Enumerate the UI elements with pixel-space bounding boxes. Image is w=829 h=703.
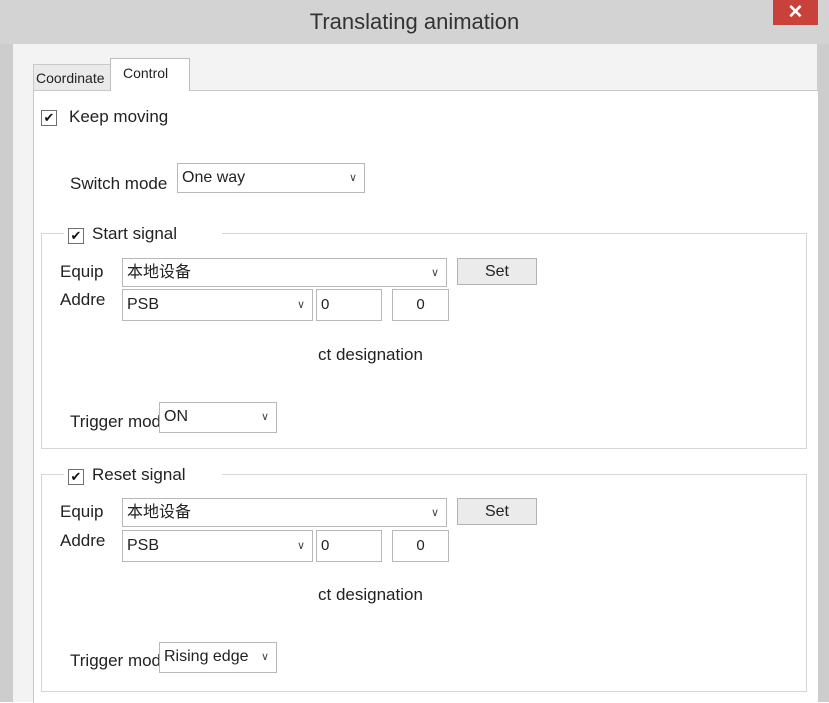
chevron-down-icon: ∨	[430, 267, 439, 279]
reset-signal-checkbox[interactable]: ✔	[68, 469, 84, 485]
reset-designation-text: ct designation	[318, 585, 423, 604]
chevron-down-icon: ∨	[296, 299, 305, 311]
start-addr-type-value: PSB	[127, 296, 160, 313]
start-signal-label: Start signal	[92, 224, 178, 243]
chevron-down-icon: ∨	[430, 507, 439, 519]
start-trigger-dropdown[interactable]: ON ∨	[159, 402, 277, 433]
window-frame-left	[0, 44, 13, 702]
chevron-down-icon: ∨	[296, 540, 305, 552]
chevron-down-icon: ∨	[260, 651, 269, 663]
reset-set-button[interactable]: Set	[457, 498, 537, 525]
start-addr-input-1[interactable]: 0	[316, 289, 382, 321]
switch-mode-dropdown[interactable]: One way ∨	[177, 163, 365, 193]
reset-equip-value: 本地设备	[127, 504, 192, 521]
close-button[interactable]: ✕	[773, 0, 818, 25]
reset-addr-type-dropdown[interactable]: PSB ∨	[122, 530, 313, 562]
start-addr-input-2[interactable]: 0	[392, 289, 449, 321]
reset-trigger-dropdown[interactable]: Rising edge ∨	[159, 642, 277, 673]
keep-moving-label: Keep moving	[69, 107, 169, 126]
start-trigger-value: ON	[164, 408, 188, 425]
reset-addr-input-1[interactable]: 0	[316, 530, 382, 562]
reset-signal-legend: ✔ Reset signal	[64, 463, 222, 489]
reset-addr-type-value: PSB	[127, 537, 160, 554]
check-icon: ✔	[70, 228, 82, 243]
switch-mode-value: One way	[182, 169, 246, 186]
switch-mode-label: Switch mode	[70, 174, 168, 193]
check-icon: ✔	[70, 469, 82, 484]
reset-trigger-label: Trigger mode	[70, 651, 161, 670]
title-bar: Translating animation ✕	[0, 0, 829, 45]
start-designation-text: ct designation	[318, 345, 423, 364]
reset-addr-input-2[interactable]: 0	[392, 530, 449, 562]
start-set-button[interactable]: Set	[457, 258, 537, 285]
start-addr-label: Addre	[60, 290, 106, 309]
window-title: Translating animation	[309, 9, 520, 34]
check-icon: ✔	[43, 110, 55, 125]
start-trigger-label: Trigger mode	[70, 412, 161, 431]
reset-addr-label: Addre	[60, 531, 106, 550]
chevron-down-icon: ∨	[260, 411, 269, 423]
reset-trigger-value: Rising edge	[164, 648, 249, 665]
close-icon: ✕	[787, 2, 804, 23]
tab-control[interactable]: Control	[110, 58, 190, 91]
keep-moving-checkbox[interactable]: ✔	[41, 110, 57, 126]
dialog-body: Coordinate Control ✔ Keep moving Switch …	[13, 44, 818, 703]
reset-signal-label: Reset signal	[92, 465, 186, 484]
reset-equip-dropdown[interactable]: 本地设备 ∨	[122, 498, 447, 527]
chevron-down-icon: ∨	[348, 172, 357, 184]
start-addr-type-dropdown[interactable]: PSB ∨	[122, 289, 313, 321]
start-equip-dropdown[interactable]: 本地设备 ∨	[122, 258, 447, 287]
reset-equip-label: Equip	[60, 502, 104, 521]
start-signal-legend: ✔ Start signal	[64, 222, 222, 248]
start-equip-value: 本地设备	[127, 264, 192, 281]
start-signal-checkbox[interactable]: ✔	[68, 228, 84, 244]
window-frame-right	[817, 44, 829, 702]
control-panel: ✔ Keep moving Switch mode One way ∨ ✔ St…	[33, 90, 818, 703]
start-equip-label: Equip	[60, 262, 104, 281]
